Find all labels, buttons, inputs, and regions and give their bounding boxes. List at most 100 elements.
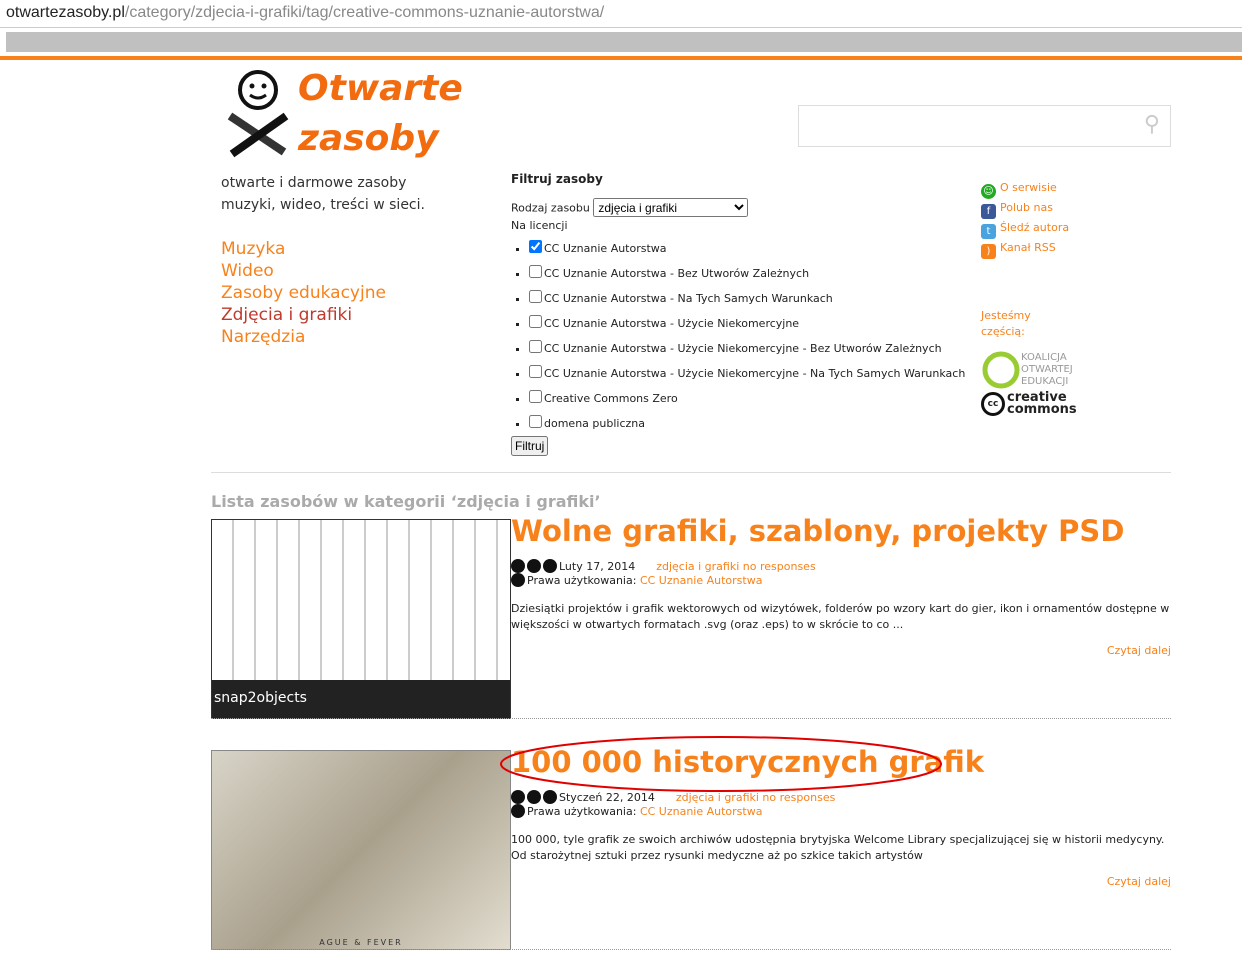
- logo-line2: zasoby: [298, 118, 439, 159]
- license-label: CC Uznanie Autorstwa - Na Tych Samych Wa…: [544, 292, 833, 305]
- license-checkbox[interactable]: [529, 315, 542, 328]
- divider: [211, 718, 1171, 719]
- divider: [211, 949, 1171, 950]
- search-input[interactable]: ⚲: [798, 105, 1171, 147]
- part-of-label: Jesteśmy częścią:: [981, 309, 1031, 338]
- search-icon[interactable]: ⚲: [1144, 112, 1160, 137]
- nav-narzedzia[interactable]: Narzędzia: [221, 326, 431, 348]
- comment-icon: [543, 790, 557, 804]
- post-comments[interactable]: no responses: [762, 791, 835, 804]
- cc-icon: cc: [981, 392, 1005, 416]
- nav-muzyka[interactable]: Muzyka: [221, 238, 431, 260]
- license-label: domena publiczna: [544, 417, 645, 430]
- post-title[interactable]: Wolne grafiki, szablony, projekty PSD: [511, 514, 1124, 548]
- link-label: O serwisie: [1000, 181, 1057, 194]
- koalicja-logo[interactable]: KOALICJA OTWARTEJ EDUKACJI: [981, 350, 1081, 390]
- post-thumbnail[interactable]: snap2objects: [211, 519, 511, 719]
- tag-icon: [527, 790, 541, 804]
- thumb-caption: snap2objects: [212, 680, 510, 718]
- license-checkbox[interactable]: [529, 415, 542, 428]
- filter-title: Filtruj zasoby: [511, 172, 603, 186]
- license-label: Creative Commons Zero: [544, 392, 678, 405]
- highlight-ellipse: [500, 736, 942, 792]
- side-links: ☺ O serwisie f Polub nas t Śledź autora ) Ka…: [981, 178, 1081, 416]
- license-checkbox[interactable]: [529, 240, 542, 253]
- post-category[interactable]: zdjęcia i grafiki: [656, 560, 739, 573]
- divider: [211, 472, 1171, 473]
- license-item: domena publiczna: [529, 411, 965, 436]
- link-label: Kanał RSS: [1000, 241, 1056, 254]
- url-path: /category/zdjecia-i-grafiki/tag/creative…: [124, 4, 605, 21]
- nav-wideo[interactable]: Wideo: [221, 260, 431, 282]
- post-date: Styczeń 22, 2014: [559, 791, 655, 804]
- nav-zasoby-edukacyjne[interactable]: Zasoby edukacyjne: [221, 282, 431, 304]
- koalicja-icon: [982, 351, 1020, 389]
- post-excerpt: 100 000, tyle grafik ze swoich archiwów …: [511, 833, 1165, 862]
- top-accent-bar: [0, 56, 1242, 60]
- clock-icon: [511, 559, 525, 573]
- rss-icon: ): [981, 244, 996, 259]
- toolbar: [6, 32, 1242, 52]
- license-item: Creative Commons Zero: [529, 386, 965, 411]
- license-label: CC Uznanie Autorstwa: [544, 242, 667, 255]
- tagline: otwarte i darmowe zasoby muzyki, wideo, …: [221, 172, 431, 348]
- rights-icon: [511, 804, 525, 818]
- filter-button[interactable]: Filtruj: [511, 436, 549, 456]
- read-more-link[interactable]: Czytaj dalej: [1107, 644, 1171, 657]
- rights-label: Prawa użytkowania:: [527, 574, 637, 587]
- post-date: Luty 17, 2014: [559, 560, 636, 573]
- license-checkbox[interactable]: [529, 290, 542, 303]
- cc-logo[interactable]: cc creative commons: [981, 390, 1081, 417]
- license-item: CC Uznanie Autorstwa - Bez Utworów Zależ…: [529, 261, 965, 286]
- license-label: Na licencji: [511, 219, 568, 232]
- koalicja-text: KOALICJA OTWARTEJ EDUKACJI: [1021, 352, 1073, 387]
- cc-text: creative commons: [1007, 390, 1077, 417]
- license-label: CC Uznanie Autorstwa - Bez Utworów Zależ…: [544, 267, 810, 280]
- logo-icon: [227, 70, 289, 158]
- post-excerpt: Dziesiątki projektów i grafik wektorowyc…: [511, 602, 1170, 631]
- license-list: CC Uznanie Autorstwa CC Uznanie Autorstw…: [529, 236, 965, 436]
- license-label: CC Uznanie Autorstwa - Użycie Niekomercy…: [544, 317, 800, 330]
- rights-label: Prawa użytkowania:: [527, 805, 637, 818]
- link-label: Śledź autora: [1000, 221, 1070, 234]
- post-thumbnail[interactable]: AGUE & FEVER: [211, 750, 511, 950]
- clock-icon: [511, 790, 525, 804]
- license-checkbox[interactable]: [529, 265, 542, 278]
- comment-icon: [543, 559, 557, 573]
- rights-link[interactable]: CC Uznanie Autorstwa: [640, 574, 763, 587]
- thumb-caption: AGUE & FEVER: [319, 938, 403, 947]
- filter-form: Filtruj zasoby Rodzaj zasobu zdjęcia i g…: [511, 172, 965, 456]
- nav-zdjecia-i-grafiki[interactable]: Zdjęcia i grafiki: [221, 304, 431, 326]
- url-domain: otwartezasoby.pl: [6, 4, 125, 21]
- logo-text[interactable]: Otwarte zasoby: [298, 64, 463, 164]
- rights-icon: [511, 573, 525, 587]
- post-category[interactable]: zdjęcia i grafiki: [676, 791, 759, 804]
- read-more-link[interactable]: Czytaj dalej: [1107, 875, 1171, 888]
- list-title: Lista zasobów w kategorii ‘zdjęcia i gra…: [211, 492, 601, 511]
- license-item: CC Uznanie Autorstwa - Użycie Niekomercy…: [529, 336, 965, 361]
- facebook-link[interactable]: f Polub nas: [981, 198, 1081, 219]
- smiley-icon: ☺: [981, 184, 996, 199]
- twitter-link[interactable]: t Śledź autora: [981, 218, 1081, 239]
- category-nav: Muzyka Wideo Zasoby edukacyjne Zdjęcia i…: [221, 238, 431, 348]
- about-link[interactable]: ☺ O serwisie: [981, 178, 1081, 199]
- license-label: CC Uznanie Autorstwa - Użycie Niekomercy…: [544, 342, 942, 355]
- tag-icon: [527, 559, 541, 573]
- license-checkbox[interactable]: [529, 340, 542, 353]
- license-label: CC Uznanie Autorstwa - Użycie Niekomercy…: [544, 367, 966, 380]
- license-item: CC Uznanie Autorstwa - Użycie Niekomercy…: [529, 361, 965, 386]
- type-select[interactable]: zdjęcia i grafiki: [593, 198, 749, 217]
- rights-link[interactable]: CC Uznanie Autorstwa: [640, 805, 763, 818]
- twitter-icon: t: [981, 224, 996, 239]
- facebook-icon: f: [981, 204, 996, 219]
- address-bar[interactable]: otwartezasoby.pl/category/zdjecia-i-graf…: [0, 0, 1242, 28]
- link-label: Polub nas: [1000, 201, 1053, 214]
- license-checkbox[interactable]: [529, 365, 542, 378]
- post-meta: Styczeń 22, 2014 zdjęcia i grafiki no re…: [511, 790, 835, 818]
- tagline-text: otwarte i darmowe zasoby muzyki, wideo, …: [221, 175, 425, 213]
- license-item: CC Uznanie Autorstwa: [529, 236, 965, 261]
- license-item: CC Uznanie Autorstwa - Użycie Niekomercy…: [529, 311, 965, 336]
- post-comments[interactable]: no responses: [743, 560, 816, 573]
- license-checkbox[interactable]: [529, 390, 542, 403]
- rss-link[interactable]: ) Kanał RSS: [981, 238, 1081, 259]
